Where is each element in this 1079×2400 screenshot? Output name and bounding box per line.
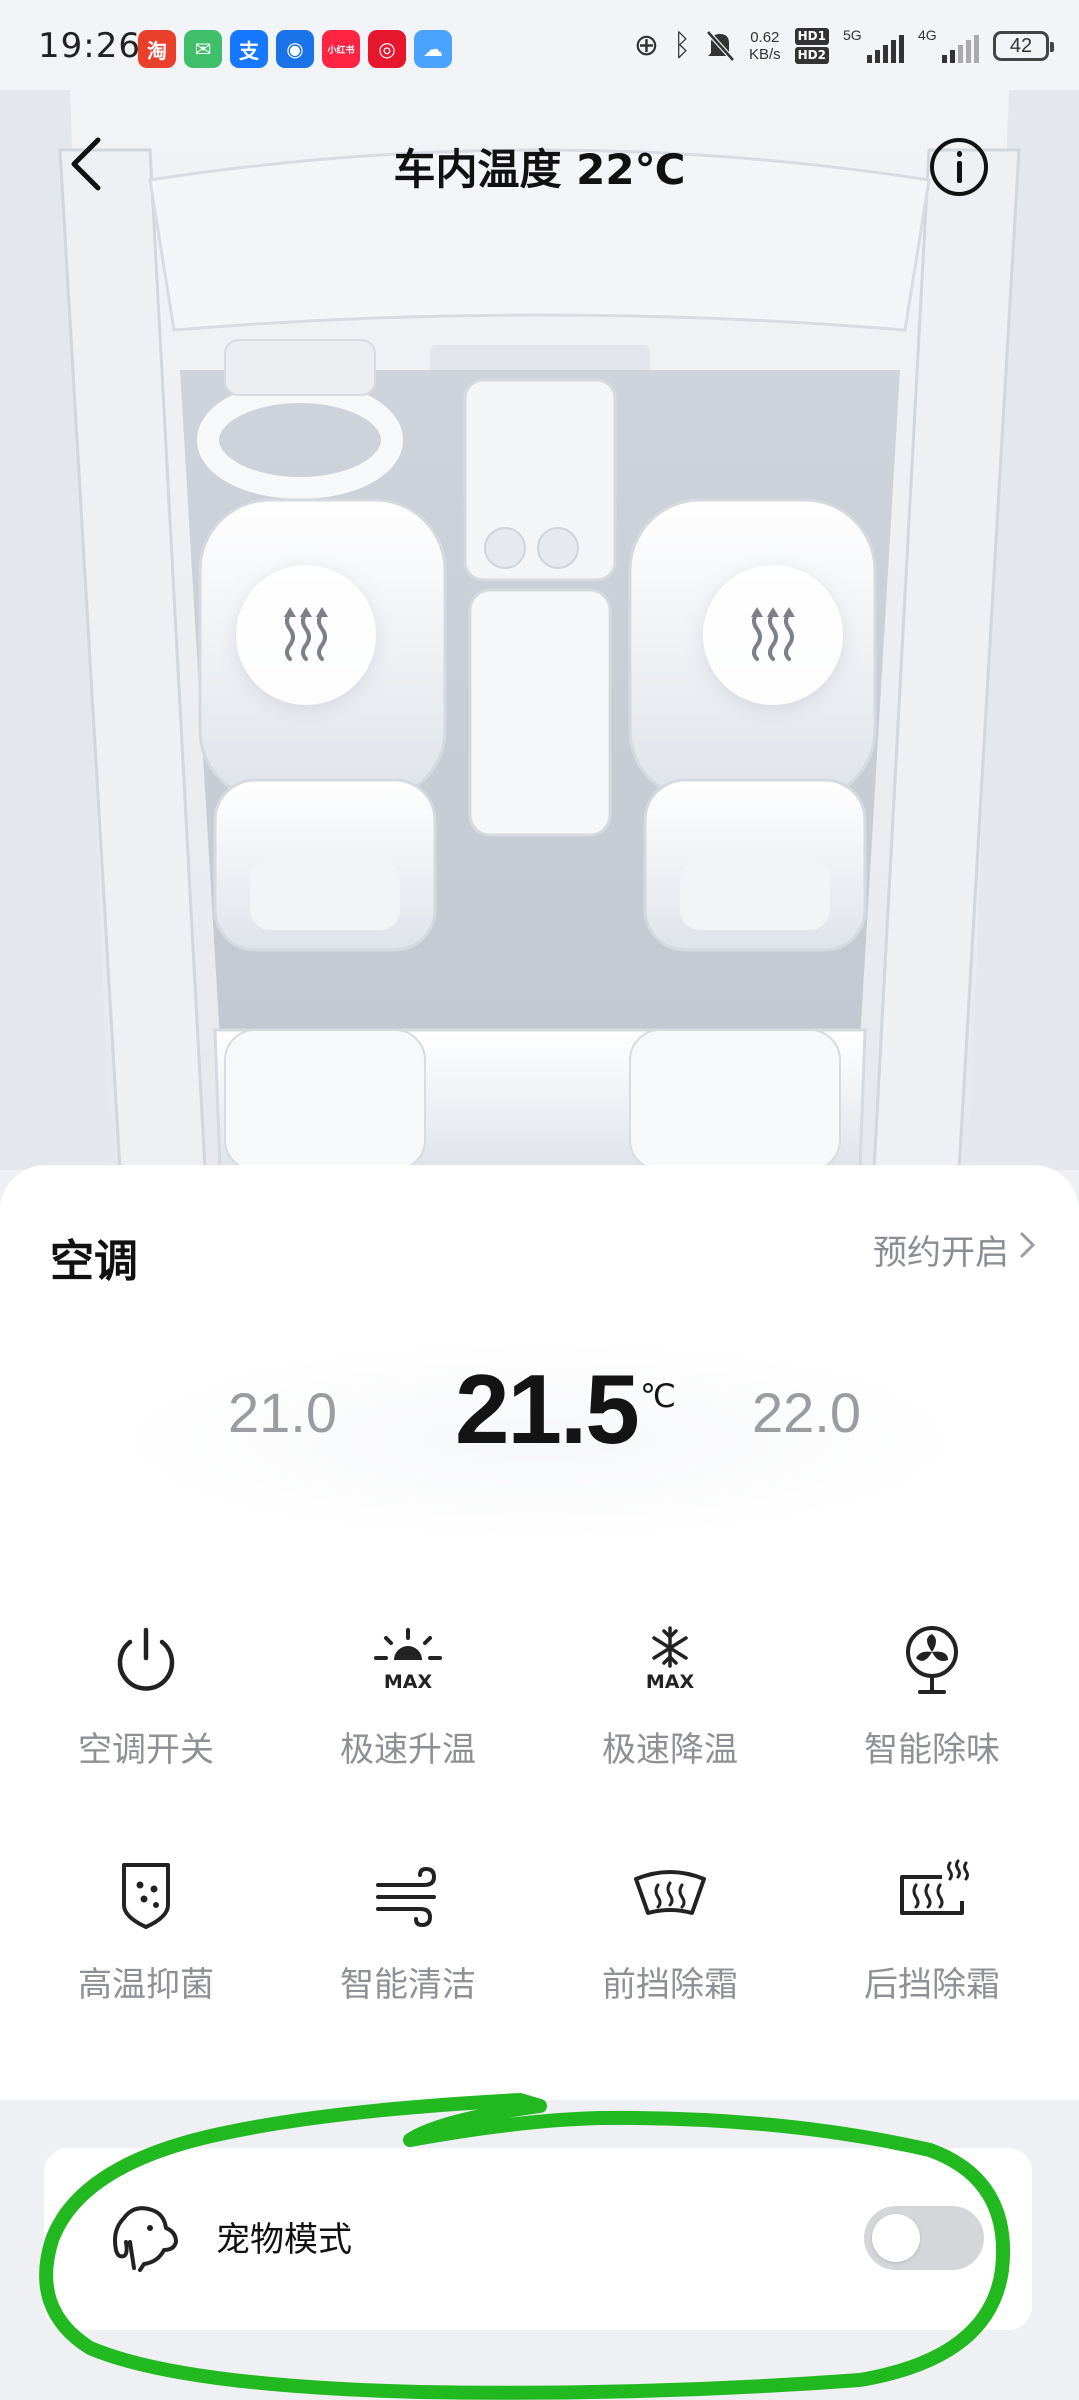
- dog-icon: [113, 2206, 178, 2272]
- snowflake-max-icon: MAX: [646, 1626, 695, 1693]
- net-speed-unit: KB/s: [748, 46, 781, 63]
- messages-app-icon: ✉: [184, 30, 222, 68]
- driver-seat-heat-button[interactable]: [236, 565, 376, 705]
- hd-badges: HD1 HD2: [794, 28, 829, 64]
- fan-icon: [906, 1626, 958, 1694]
- wind-icon: [376, 1866, 437, 1928]
- front-defrost-icon: [634, 1870, 706, 1915]
- temp-current: 21.5: [455, 1354, 640, 1464]
- front-defrost-label: 前挡除霜: [602, 1965, 738, 2005]
- mute-bell-icon: [706, 30, 735, 62]
- rapid-heat-button[interactable]: MAX 极速升温: [298, 1620, 518, 1800]
- ac-power-label: 空调开关: [78, 1730, 214, 1770]
- battery-icon: 42: [993, 31, 1054, 61]
- toggle-knob: [872, 2214, 920, 2262]
- pet-mode-toggle[interactable]: [864, 2206, 984, 2270]
- car-hero-view: 19:26 淘 ✉ 支 ◉ 小红书 ◎ ☁ ⊕ ᛒ 0.62 KB/s HD1 HD2 5G: [0, 0, 1079, 1170]
- smart-deodorize-label: 智能除味: [864, 1730, 1000, 1770]
- rear-defrost-icon: [900, 1859, 969, 1915]
- sun-max-icon: MAX: [374, 1628, 442, 1693]
- info-button[interactable]: [930, 138, 988, 196]
- pet-mode-card: 宠物模式: [44, 2148, 1032, 2330]
- weibo-app-icon: ◎: [368, 30, 406, 68]
- signal-5g-icon: 5G: [843, 27, 904, 63]
- temp-option-higher[interactable]: 22.0: [752, 1380, 861, 1445]
- front-defrost-button[interactable]: 前挡除霜: [560, 1855, 780, 2035]
- sig1-label: 5G: [843, 27, 862, 43]
- notification-app-icons: 淘 ✉ 支 ◉ 小红书 ◎ ☁: [138, 30, 452, 68]
- schedule-start-link[interactable]: 预约开启: [873, 1225, 1009, 1274]
- sig2-label: 4G: [918, 27, 937, 43]
- taobao-app-icon: 淘: [138, 30, 176, 68]
- temp-unit: ℃: [640, 1378, 676, 1414]
- seat-heat-icon: [284, 607, 328, 661]
- ac-section-title: 空调: [50, 1236, 138, 1287]
- max-label: MAX: [646, 1671, 695, 1693]
- shield-dots-icon: [122, 1863, 170, 1929]
- smart-deodorize-button[interactable]: 智能除味: [822, 1620, 1042, 1800]
- pet-mode-label: 宠物模式: [216, 2220, 352, 2260]
- smart-clean-label: 智能清洁: [340, 1965, 476, 2005]
- signal-4g-icon: 4G: [918, 27, 979, 63]
- hd1-badge: HD1: [794, 28, 829, 45]
- high-temp-sterilize-button[interactable]: 高温抑菌: [36, 1855, 256, 2035]
- smart-clean-button[interactable]: 智能清洁: [298, 1855, 518, 2035]
- rear-defrost-label: 后挡除霜: [864, 1965, 1000, 2005]
- passenger-seat-heat-button[interactable]: [703, 565, 843, 705]
- alipay-app-icon: 支: [230, 30, 268, 68]
- bluetooth-icon: ᛒ: [672, 28, 691, 63]
- status-time: 19:26: [38, 26, 141, 66]
- rapid-heat-label: 极速升温: [340, 1730, 476, 1770]
- power-icon: [117, 1627, 175, 1691]
- net-speed-value: 0.62: [750, 29, 780, 46]
- status-bar: 19:26 淘 ✉ 支 ◉ 小红书 ◎ ☁ ⊕ ᛒ 0.62 KB/s HD1 HD2 5G: [0, 0, 1079, 96]
- page-title: 车内温度 22℃: [393, 145, 686, 194]
- network-speed: 0.62 KB/s: [749, 29, 781, 63]
- bot-app-icon: ◉: [276, 30, 314, 68]
- cloud-app-icon: ☁: [414, 30, 452, 68]
- data-saver-icon: ⊕: [633, 28, 659, 63]
- max-label: MAX: [384, 1671, 433, 1693]
- rapid-cool-label: 极速降温: [602, 1730, 738, 1770]
- ac-power-button[interactable]: 空调开关: [36, 1620, 256, 1800]
- hd2-badge: HD2: [794, 47, 829, 64]
- rapid-cool-button[interactable]: MAX 极速降温: [560, 1620, 780, 1800]
- xiaohongshu-app-icon: 小红书: [322, 30, 360, 68]
- temp-option-lower[interactable]: 21.0: [228, 1380, 337, 1445]
- seat-heat-icon: [751, 607, 795, 661]
- ac-panel: 空调 预约开启 21.0 21.5 ℃ 22.0 空调开关 MAX 极速升温 M…: [0, 1165, 1079, 2100]
- chevron-right-icon[interactable]: [1013, 1231, 1041, 1259]
- rear-defrost-button[interactable]: 后挡除霜: [822, 1855, 1042, 2035]
- status-indicators: ⊕ ᛒ 0.62 KB/s HD1 HD2 5G 4G 42: [633, 26, 1054, 66]
- high-temp-sterilize-label: 高温抑菌: [78, 1965, 214, 2005]
